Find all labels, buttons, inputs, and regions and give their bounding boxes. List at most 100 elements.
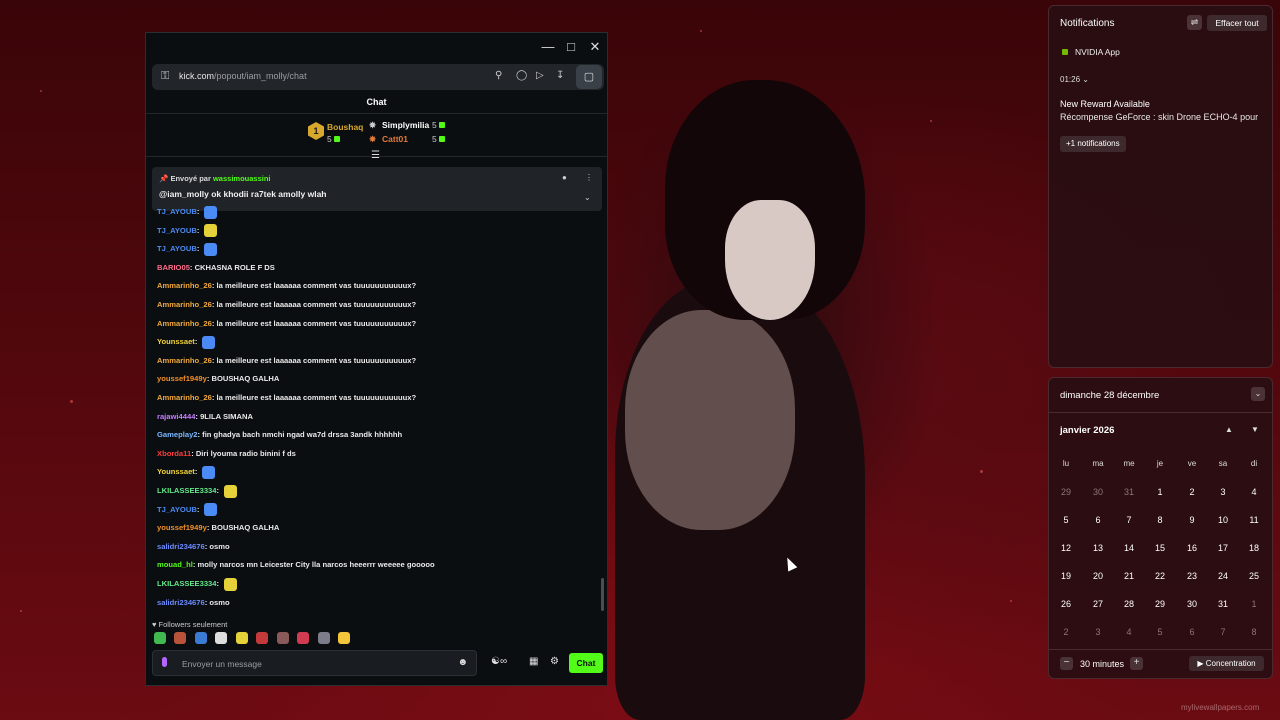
minimize-icon[interactable]: — <box>538 39 558 54</box>
chat-message[interactable]: TJ_AYOUB: <box>157 503 218 517</box>
calendar-day[interactable]: 1 <box>1240 599 1268 609</box>
calendar-day[interactable]: 9 <box>1178 515 1206 525</box>
calendar-day[interactable]: 5 <box>1052 515 1080 525</box>
calendar-day[interactable]: 21 <box>1115 571 1143 581</box>
do-not-disturb-icon[interactable]: ⇌ <box>1187 15 1202 30</box>
chat-message[interactable]: Ammarinho_26: la meilleure est laaaaaa c… <box>157 391 416 405</box>
calendar-day[interactable]: 18 <box>1240 543 1268 553</box>
calendar-day[interactable]: 12 <box>1052 543 1080 553</box>
increase-focus-button[interactable]: + <box>1130 657 1143 670</box>
calendar-day[interactable]: 20 <box>1084 571 1112 581</box>
calendar-day[interactable]: 15 <box>1146 543 1174 553</box>
shield-icon[interactable]: ◯ <box>516 70 527 81</box>
calendar-day[interactable]: 28 <box>1115 599 1143 609</box>
gift-icon[interactable]: ☯∞ <box>491 656 507 667</box>
calendar-day[interactable]: 8 <box>1146 515 1174 525</box>
chat-username[interactable]: salidri234676 <box>157 542 205 551</box>
address-bar[interactable]: ⚿ kick.com/popout/iam_molly/chat ⚲ ◯ ▷ ↧… <box>152 64 604 90</box>
notification-title[interactable]: New Reward Available <box>1060 99 1150 109</box>
chat-message[interactable]: youssef1949y: BOUSHAQ GALHA <box>157 521 279 535</box>
chat-message[interactable]: rajawi4444: 9LILA SIMANA <box>157 410 253 424</box>
calendar-day[interactable]: 7 <box>1115 515 1143 525</box>
chat-username[interactable]: Younssaet <box>157 467 195 476</box>
emote-icon[interactable] <box>235 632 248 644</box>
search-icon[interactable]: ⚲ <box>495 70 502 81</box>
chat-message[interactable]: youssef1949y: BOUSHAQ GALHA <box>157 372 279 386</box>
chat-message[interactable]: Younssaet: <box>157 335 216 349</box>
chat-username[interactable]: Ammarinho_26 <box>157 319 212 328</box>
pinned-message[interactable]: 📌 Envoyé par wassimouassini @iam_molly o… <box>152 167 602 211</box>
mic-icon[interactable] <box>162 657 167 667</box>
calendar-day[interactable]: 26 <box>1052 599 1080 609</box>
leader-name[interactable]: Boushaq <box>327 122 363 132</box>
calendar-day[interactable]: 7 <box>1209 627 1237 637</box>
calendar-day[interactable]: 27 <box>1084 599 1112 609</box>
emote-icon[interactable] <box>204 242 218 256</box>
calendar-day[interactable]: 13 <box>1084 543 1112 553</box>
url-text[interactable]: kick.com/popout/iam_molly/chat <box>179 71 307 81</box>
more-notifications-button[interactable]: +1 notifications <box>1060 136 1126 152</box>
decrease-focus-button[interactable]: − <box>1060 657 1073 670</box>
focus-button[interactable]: ▶ Concentration <box>1189 656 1264 671</box>
chat-username[interactable]: youssef1949y <box>157 374 207 383</box>
calendar-day[interactable]: 1 <box>1146 487 1174 497</box>
chat-message[interactable]: Younssaet: <box>157 465 216 479</box>
calendar-day[interactable]: 8 <box>1240 627 1268 637</box>
chat-username[interactable]: rajawi4444 <box>157 412 195 421</box>
chat-username[interactable]: youssef1949y <box>157 523 207 532</box>
chat-username[interactable]: Gameplay2 <box>157 430 198 439</box>
chat-username[interactable]: TJ_AYOUB <box>157 244 197 253</box>
settings-icon[interactable]: ⚙ <box>550 656 559 667</box>
chat-message[interactable]: TJ_AYOUB: <box>157 242 218 256</box>
more-options-icon[interactable]: ⋮ <box>585 173 593 182</box>
close-icon[interactable]: ✕ <box>585 39 605 55</box>
chat-username[interactable]: Ammarinho_26 <box>157 393 212 402</box>
calendar-day[interactable]: 29 <box>1052 487 1080 497</box>
leader-name[interactable]: Simplymilia <box>382 120 429 130</box>
emote-icon[interactable] <box>204 503 218 517</box>
calendar-day[interactable]: 2 <box>1178 487 1206 497</box>
calendar-day[interactable]: 3 <box>1209 487 1237 497</box>
leader-name[interactable]: Catt01 <box>382 134 408 144</box>
chat-username[interactable]: Younssaet <box>157 337 195 346</box>
calendar-day[interactable]: 31 <box>1115 487 1143 497</box>
emote-icon[interactable] <box>317 632 330 644</box>
chat-username[interactable]: BARIO05 <box>157 263 190 272</box>
calendar-day[interactable]: 23 <box>1178 571 1206 581</box>
emote-icon[interactable] <box>224 484 238 498</box>
chat-message[interactable]: Ammarinho_26: la meilleure est laaaaaa c… <box>157 279 416 293</box>
store-icon[interactable]: ▦ <box>529 656 538 667</box>
lock-icon[interactable]: ⚿ <box>161 70 169 83</box>
clear-all-button[interactable]: Effacer tout <box>1207 15 1267 31</box>
pin-icon[interactable]: ● <box>562 173 567 182</box>
chat-message[interactable]: Xborda11: Diri lyouma radio binini f ds <box>157 447 296 461</box>
chat-message[interactable]: salidri234676: osmo <box>157 540 230 554</box>
chat-username[interactable]: salidri234676 <box>157 598 205 607</box>
calendar-day[interactable]: 31 <box>1209 599 1237 609</box>
chat-message[interactable]: BARIO05: CKHASNA ROLE F DS <box>157 261 275 275</box>
maximize-icon[interactable]: □ <box>561 39 581 54</box>
calendar-day[interactable]: 14 <box>1115 543 1143 553</box>
chat-username[interactable]: Ammarinho_26 <box>157 300 212 309</box>
next-month-icon[interactable]: ▼ <box>1251 425 1259 434</box>
chat-username[interactable]: Ammarinho_26 <box>157 356 212 365</box>
calendar-day[interactable]: 16 <box>1178 543 1206 553</box>
emote-icon[interactable] <box>194 632 207 644</box>
chat-message[interactable]: Ammarinho_26: la meilleure est laaaaaa c… <box>157 298 416 312</box>
chat-message[interactable]: mouad_hl: molly narcos mn Leicester City… <box>157 558 435 572</box>
calendar-day[interactable]: 17 <box>1209 543 1237 553</box>
chat-message[interactable]: TJ_AYOUB: <box>157 224 218 238</box>
emote-icon[interactable] <box>224 577 238 591</box>
emote-icon[interactable] <box>204 205 218 219</box>
emote-icon[interactable] <box>174 632 187 644</box>
emoji-icon[interactable]: ☻ <box>457 657 468 668</box>
calendar-day[interactable]: 3 <box>1084 627 1112 637</box>
emote-icon[interactable] <box>202 465 216 479</box>
emote-icon[interactable] <box>154 632 166 644</box>
calendar-day[interactable]: 11 <box>1240 515 1268 525</box>
emote-icon[interactable] <box>297 632 310 644</box>
calendar-day[interactable]: 4 <box>1240 487 1268 497</box>
chat-username[interactable]: TJ_AYOUB <box>157 226 197 235</box>
calendar-day[interactable]: 2 <box>1052 627 1080 637</box>
chat-message[interactable]: salidri234676: osmo <box>157 596 230 610</box>
